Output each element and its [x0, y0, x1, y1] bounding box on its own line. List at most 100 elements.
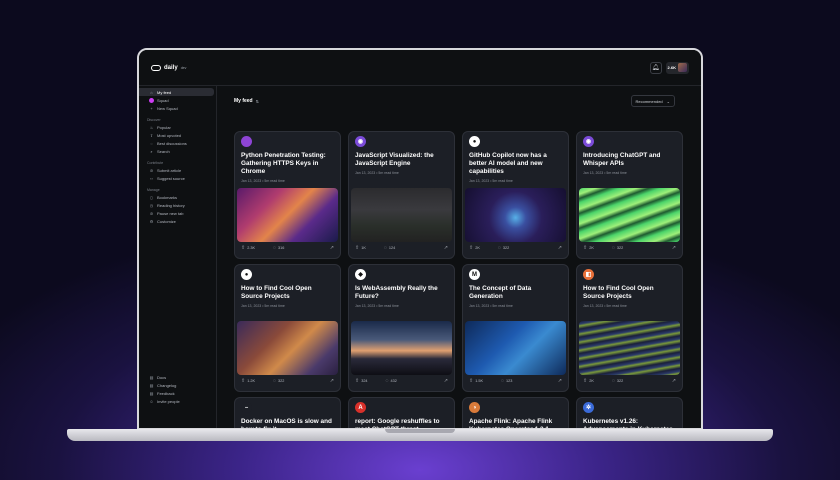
share-icon[interactable]: ↗: [444, 245, 448, 251]
sidebar-item-popular[interactable]: ♨ Popular: [139, 123, 216, 131]
sidebar-item-changelog[interactable]: ▤ Changelog: [139, 381, 216, 389]
post-thumbnail[interactable]: [465, 321, 566, 375]
post-title[interactable]: Python Penetration Testing: Gathering HT…: [241, 152, 335, 176]
sidebar-item-squad[interactable]: Squad: [139, 96, 216, 104]
post-card[interactable]: ● How to Find Cool Open Source Projects Ja…: [234, 264, 341, 392]
share-icon[interactable]: ↗: [444, 378, 448, 384]
source-icon[interactable]: M: [469, 269, 480, 280]
share-icon[interactable]: ↗: [330, 378, 334, 384]
source-icon[interactable]: ✲: [583, 402, 594, 413]
upvote-button[interactable]: ⇧ 1K: [355, 245, 366, 251]
sidebar-item-label: Invite people: [157, 398, 180, 404]
source-icon[interactable]: ◑: [469, 402, 480, 413]
post-title[interactable]: JavaScript Visualized: the JavaScript En…: [355, 152, 449, 168]
post-title[interactable]: GitHub Copilot now has a better AI model…: [469, 152, 563, 176]
sort-dropdown[interactable]: Recommended ⌄: [630, 95, 675, 107]
home-icon: ⌂: [150, 89, 153, 95]
post-thumbnail[interactable]: [351, 321, 452, 375]
sidebar-item-feedback[interactable]: ▤ Feedback: [139, 389, 216, 397]
post-meta: Jan 13, 2023 • 5m read time: [583, 171, 627, 175]
sidebar-item-label: Pause new tab: [157, 210, 184, 216]
notifications-bell-icon[interactable]: 🔔︎: [649, 61, 662, 74]
comment-button[interactable]: ◌ 316: [273, 245, 284, 251]
post-card[interactable]: ◉ Introducing ChatGPT and Whisper APIs Jan…: [576, 131, 683, 259]
post-thumbnail[interactable]: [237, 188, 338, 242]
comment-button[interactable]: ◌ 322: [612, 245, 623, 251]
upvote-button[interactable]: ⇧ 2K: [469, 245, 480, 251]
post-card[interactable]: ✲ Kubernetes v1.26: Advancements in Kuber…: [576, 397, 683, 428]
source-icon[interactable]: –: [241, 402, 252, 413]
upvote-button[interactable]: ⇧ 2.3K: [241, 245, 255, 251]
sidebar-item-my-feed[interactable]: ⌂ My feed: [139, 88, 214, 96]
share-icon[interactable]: ↗: [330, 245, 334, 251]
laptop-screen: daily dev 🔔︎ 2.6K ⌂ My feed Squad + New Squa…: [137, 48, 703, 430]
sidebar-item-label: Popular: [157, 124, 171, 130]
comment-icon: ◌: [383, 245, 387, 251]
post-thumbnail[interactable]: [237, 321, 338, 375]
post-thumbnail[interactable]: [579, 188, 680, 242]
source-icon[interactable]: ◧: [583, 269, 594, 280]
comment-button[interactable]: ◌ 432: [386, 378, 397, 384]
share-icon[interactable]: ↗: [558, 378, 562, 384]
upvote-button[interactable]: ⇧ 1.2K: [241, 378, 255, 384]
post-card[interactable]: M The Concept of Data Generation Jan 13, 2…: [462, 264, 569, 392]
post-title[interactable]: The Concept of Data Generation: [469, 285, 563, 301]
post-card[interactable]: ◑ Apache Flink: Apache Flink Kubernetes O…: [462, 397, 569, 428]
daily-dev-logo[interactable]: daily dev: [151, 64, 186, 71]
post-title[interactable]: Is WebAssembly Really the Future?: [355, 285, 449, 301]
sidebar-item-pause-new-tab[interactable]: ⊘ Pause new tab: [139, 209, 216, 217]
comment-button[interactable]: ◌ 322: [612, 378, 623, 384]
upvote-count: 2.3K: [247, 246, 256, 250]
comment-button[interactable]: ◌ 322: [273, 378, 284, 384]
post-thumbnail[interactable]: [351, 188, 452, 242]
sidebar-item-suggest-source[interactable]: ‹› Suggest source: [139, 174, 216, 182]
post-actions: ⇧ 2K ◌ 322 ↗: [583, 378, 676, 384]
post-card[interactable]: Python Penetration Testing: Gathering HT…: [234, 131, 341, 259]
sidebar-item-reading-history[interactable]: ◷ Reading history: [139, 201, 216, 209]
source-icon[interactable]: ◉: [355, 136, 366, 147]
post-thumbnail[interactable]: [579, 321, 680, 375]
sidebar-item-search[interactable]: ⌕ Search: [139, 147, 216, 155]
share-icon[interactable]: ↗: [672, 245, 676, 251]
comment-button[interactable]: ◌ 322: [498, 245, 509, 251]
source-icon[interactable]: [241, 136, 252, 147]
sidebar-item-invite-people[interactable]: ☺ Invite people: [139, 397, 216, 405]
upvote-button[interactable]: ⇧ 324: [355, 378, 368, 384]
post-card[interactable]: ◆ Is WebAssembly Really the Future? Jan 13…: [348, 264, 455, 392]
upvote-button[interactable]: ⇧ 2K: [583, 245, 594, 251]
share-icon[interactable]: ↗: [672, 378, 676, 384]
sidebar-item-customize[interactable]: ⚙ Customize: [139, 217, 216, 225]
upvote-button[interactable]: ⇧ 1.5K: [469, 378, 483, 384]
post-thumbnail[interactable]: [465, 188, 566, 242]
post-card[interactable]: Areport: Google reshuffles to meet ChatG…: [348, 397, 455, 428]
sidebar-item-submit-article[interactable]: ⊘ Submit article: [139, 166, 216, 174]
sidebar-item-bookmarks[interactable]: ▯ Bookmarks: [139, 193, 216, 201]
upvote-icon: ⇧: [469, 378, 474, 384]
post-meta: Jan 13, 2023 • 5m read time: [241, 179, 285, 183]
comment-button[interactable]: ◌ 123: [501, 378, 512, 384]
source-icon[interactable]: A: [355, 402, 366, 413]
source-icon[interactable]: ●: [469, 136, 480, 147]
comment-button[interactable]: ◌ 124: [384, 245, 395, 251]
sidebar-item-label: Submit article: [157, 167, 182, 173]
post-card[interactable]: ◉ JavaScript Visualized: the JavaScript E…: [348, 131, 455, 259]
comment-icon: ◌: [501, 378, 504, 384]
post-card[interactable]: ◧ How to Find Cool Open Source Projects Ja…: [576, 264, 683, 392]
sidebar-item-best-discussions[interactable]: ◌ Best discussions: [139, 139, 216, 147]
source-icon[interactable]: ●: [241, 269, 252, 280]
sidebar-item-new-squad[interactable]: + New Squad: [139, 104, 216, 112]
share-icon[interactable]: ↗: [558, 245, 562, 251]
sidebar-item-most-upvoted[interactable]: ⇧ Most upvoted: [139, 131, 216, 139]
sidebar-item-label: Best discussions: [157, 140, 187, 146]
profile-button[interactable]: 2.6K: [665, 61, 689, 74]
post-title[interactable]: How to Find Cool Open Source Projects: [583, 285, 677, 301]
post-card[interactable]: ● GitHub Copilot now has a better AI mode…: [462, 131, 569, 259]
source-icon[interactable]: ◉: [583, 136, 594, 147]
upvote-button[interactable]: ⇧ 2K: [583, 378, 594, 384]
post-card[interactable]: – Docker on MacOS is slow and how to fix …: [234, 397, 341, 428]
sidebar-item-docs[interactable]: ▤ Docs: [139, 373, 216, 381]
feed-settings-icon[interactable]: ⇅: [256, 99, 259, 104]
post-title[interactable]: Introducing ChatGPT and Whisper APIs: [583, 152, 677, 168]
post-title[interactable]: How to Find Cool Open Source Projects: [241, 285, 335, 301]
source-icon[interactable]: ◆: [355, 269, 366, 280]
